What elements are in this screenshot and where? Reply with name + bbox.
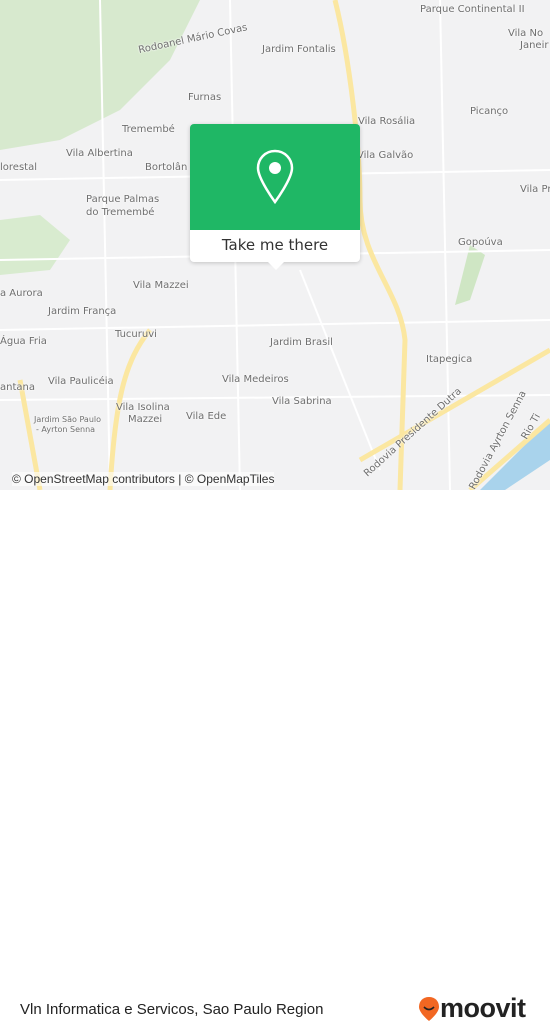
place-label: Jardim São Paulo — [34, 415, 102, 424]
place-label: Itapegica — [426, 354, 473, 365]
place-label: Tucuruvi — [115, 329, 157, 340]
place-label: lorestal — [0, 162, 37, 173]
place-label: Vila Rosália — [358, 116, 416, 127]
place-label: Picanço — [470, 106, 509, 117]
place-label: Vila Albertina — [66, 148, 133, 159]
place-label: Vila Pr — [520, 184, 550, 195]
place-label: Parque Palmas — [86, 194, 160, 205]
place-label: Furnas — [188, 92, 222, 103]
place-label: Gopoúva — [458, 237, 503, 248]
place-label: antana — [0, 382, 35, 393]
map-attribution[interactable]: © OpenStreetMap contributors | © OpenMap… — [12, 472, 275, 486]
place-label: do Tremembé — [86, 207, 155, 218]
place-label: Parque Continental II — [420, 4, 525, 15]
take-me-there-button[interactable]: Take me there — [190, 230, 360, 262]
map-pin-icon — [256, 149, 294, 205]
place-label: Mazzei — [128, 414, 163, 425]
moovit-logo[interactable]: moovit — [418, 993, 526, 1024]
location-popup[interactable]: Take me there — [190, 124, 360, 270]
place-label: Jardim França — [48, 306, 117, 317]
moovit-pin-icon — [419, 996, 439, 1021]
place-label: Jardim Fontalis — [262, 44, 336, 55]
place-label: Vila Sabrina — [272, 396, 332, 407]
place-label: Tremembé — [122, 124, 175, 135]
place-label: Vila Medeiros — [222, 374, 289, 385]
place-label: Vila Paulicéia — [48, 376, 114, 387]
place-label: Vila No — [508, 28, 544, 39]
place-label: Vila Mazzei — [133, 280, 189, 291]
place-label: Vila Isolina — [116, 402, 170, 413]
place-label: Janeir — [520, 40, 549, 51]
footer: Vln Informatica e Servicos, Sao Paulo Re… — [0, 490, 550, 1023]
place-label: Água Fria — [0, 336, 47, 347]
place-label: a Aurora — [0, 288, 43, 299]
place-label: Vila Galvão — [357, 150, 414, 161]
place-title: Vln Informatica e Servicos, Sao Paulo Re… — [20, 1001, 324, 1018]
place-label: Jardim Brasil — [270, 337, 333, 348]
place-label: Vila Ede — [186, 411, 227, 422]
place-label: - Ayrton Senna — [36, 425, 96, 434]
place-label: Bortolân — [145, 162, 188, 173]
